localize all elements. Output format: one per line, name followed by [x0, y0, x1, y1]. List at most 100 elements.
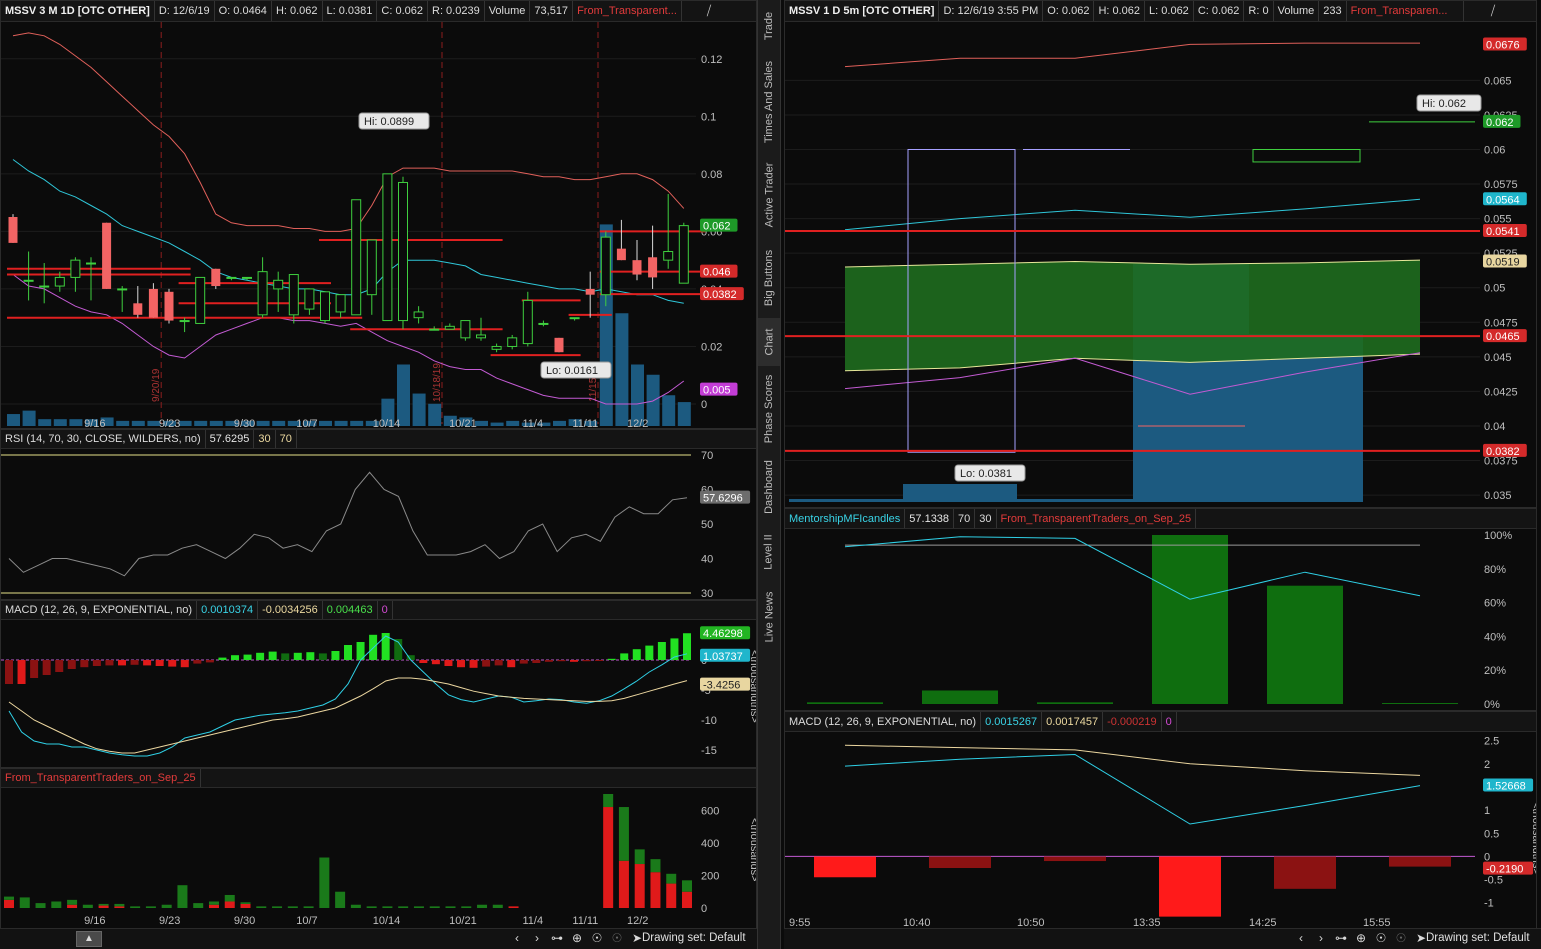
price-axis-label: 0.04: [1484, 421, 1505, 433]
tt-green-bar: [477, 904, 488, 908]
fit-icon[interactable]: ⊶: [1334, 931, 1348, 945]
tt-study-label[interactable]: From_TransparentTraders_on_Sep_25: [1, 769, 201, 787]
lower-band-badge: 0.005: [703, 385, 731, 397]
tt-study-header: From_TransparentTraders_on_Sep_25: [1, 769, 756, 788]
bollinger-lower-line: [12, 274, 685, 405]
volume-bar: [506, 420, 520, 426]
tab-live-news[interactable]: Live News: [758, 582, 780, 652]
scroll-left-icon[interactable]: ‹: [510, 931, 524, 945]
mfi-chart[interactable]: 100% 80% 60% 40% 20% 0%: [785, 529, 1537, 711]
left-drawing-tool-icon[interactable]: ⧸: [701, 3, 717, 19]
macd-left-chart[interactable]: 0-5-10-154.462981.03737-3.4256<thousandt…: [1, 620, 757, 768]
rsi-chart[interactable]: 706050403057.6296: [1, 449, 757, 600]
mfi-bar: [1152, 535, 1228, 704]
tab-level-ii[interactable]: Level II: [758, 526, 780, 578]
macd-histogram-bar: [632, 649, 641, 660]
left-chart-header: MSSV 3 M 1D [OTC OTHER] D: 12/6/19 O: 0.…: [1, 1, 756, 22]
tab-active-trader[interactable]: Active Trader: [758, 155, 780, 235]
tt-study-chart[interactable]: 600 400 200 0 9/16 9/23 9/30 10/7 10/14 10/21 11/4…: [1, 788, 757, 930]
macd-left-label[interactable]: MACD (12, 26, 9, EXPONENTIAL, no): [1, 601, 198, 619]
price-axis-label: 0.0575: [1484, 179, 1518, 191]
volume-bar: [490, 422, 504, 426]
macd-left-pane: MACD (12, 26, 9, EXPONENTIAL, no) 0.0010…: [0, 600, 757, 768]
tt-green-bar: [618, 807, 629, 861]
tt-green-bar: [256, 906, 267, 908]
bollinger-upper-line: [844, 42, 1420, 68]
tab-chart[interactable]: Chart: [758, 318, 780, 366]
price-axis-label: 0.035: [1484, 490, 1512, 502]
right-symbol-label[interactable]: MSSV 1 D 5m [OTC OTHER]: [785, 1, 940, 21]
macd-histogram-bar: [281, 653, 290, 660]
macd-histogram-bar: [444, 660, 453, 666]
tab-phase-scores[interactable]: Phase Scores: [758, 368, 780, 450]
zoom-in-icon[interactable]: ☉: [590, 931, 604, 945]
macd-right-chart[interactable]: 2.521.510.50-0.5-11.52668-0.2190<thousan…: [785, 732, 1537, 930]
right-drawing-set[interactable]: Drawing set: Default: [1426, 932, 1530, 944]
mfi-pane: MentorshipMFIcandles 57.1338 70 30 From_…: [784, 508, 1537, 711]
event-line-label: 9/20/19: [151, 368, 162, 402]
right-price-chart[interactable]: 0.0650.06250.060.05750.0550.05250.050.04…: [785, 22, 1537, 508]
left-drawing-set[interactable]: Drawing set: Default: [642, 932, 746, 944]
macd-avg-line: [8, 677, 688, 754]
left-study-label[interactable]: From_Transparent...: [573, 1, 683, 21]
left-price-chart[interactable]: 0.120.10.080.060.040.0209/20/1910/18/191…: [1, 22, 757, 429]
tt-green-bar: [350, 904, 361, 908]
scroll-right-icon[interactable]: ›: [1314, 931, 1328, 945]
right-study-label[interactable]: From_Transparen...: [1347, 1, 1464, 21]
macd-right-pane: MACD (12, 26, 9, EXPONENTIAL, no) 0.0015…: [784, 711, 1537, 930]
crosshair-icon[interactable]: ⊕: [1354, 931, 1368, 945]
left-symbol-label[interactable]: MSSV 3 M 1D [OTC OTHER]: [1, 1, 155, 21]
macd-histogram-bar: [1389, 856, 1451, 867]
x-axis-label: 10/14: [373, 418, 401, 429]
tt-green-bar: [650, 859, 661, 873]
tt-green-bar: [303, 906, 314, 908]
macd-avg-line: [844, 744, 1421, 776]
price-axis-label: 0.065: [1484, 75, 1512, 87]
zoom-out-icon[interactable]: ☉: [1394, 931, 1408, 945]
tt-red-bar: [603, 807, 614, 908]
macd-histogram-bar: [1159, 856, 1221, 917]
tt-green-bar: [224, 894, 235, 902]
volume-bar: [903, 484, 1017, 502]
scroll-right-icon[interactable]: ›: [530, 931, 544, 945]
scroll-left-icon[interactable]: ‹: [1294, 931, 1308, 945]
tab-dashboard[interactable]: Dashboard: [758, 452, 780, 522]
price-axis-label: 0.02: [701, 341, 722, 353]
candle-body: [398, 181, 408, 322]
candle-body: [616, 248, 626, 261]
candle-body: [476, 334, 486, 339]
last-price-badge: 0.062: [703, 221, 731, 233]
tab-trade[interactable]: Trade: [758, 2, 780, 50]
macd-value-line: [844, 753, 1421, 825]
left-footer: ▲ ‹ › ⊶ ⊕ ☉ ☉ ➤ Drawing set: Default: [0, 928, 757, 949]
macd-right-label[interactable]: MACD (12, 26, 9, EXPONENTIAL, no): [785, 712, 982, 731]
macd-histogram-bar: [620, 653, 629, 660]
tt-green-bar: [445, 906, 456, 908]
expand-button[interactable]: ▲: [76, 931, 102, 947]
candle-body: [632, 260, 642, 275]
candle-body: [444, 325, 455, 330]
price-axis-label: 0.08: [701, 169, 722, 181]
tt-green-bar: [145, 906, 156, 908]
right-drawing-tool-icon[interactable]: ⧸: [1485, 3, 1501, 19]
candle-body: [413, 311, 424, 319]
rsi-label[interactable]: RSI (14, 70, 30, CLOSE, WILDERS, no): [1, 430, 206, 448]
zoom-in-icon[interactable]: ☉: [1374, 931, 1388, 945]
tab-big-buttons[interactable]: Big Buttons: [758, 240, 780, 316]
crosshair-icon[interactable]: ⊕: [570, 931, 584, 945]
upper-band-badge: 0.0676: [1486, 39, 1520, 51]
macd-value-badge: 1.52668: [1486, 781, 1526, 793]
macd-histogram-bar: [243, 654, 252, 660]
left-footer-tools: ‹ › ⊶ ⊕ ☉ ☉ ➤: [510, 931, 644, 945]
candle-body: [585, 288, 595, 295]
volume-bar: [631, 364, 644, 426]
right-low: L: 0.062: [1145, 1, 1194, 21]
macd-left-zero: 0: [378, 601, 393, 619]
mfi-label[interactable]: MentorshipMFIcandles: [785, 509, 906, 528]
rsi-value: 57.6295: [206, 430, 255, 448]
macd-histogram-bar: [306, 652, 315, 660]
zoom-out-icon[interactable]: ☉: [610, 931, 624, 945]
fit-icon[interactable]: ⊶: [550, 931, 564, 945]
candle-body: [335, 294, 346, 313]
tab-times-and-sales[interactable]: Times And Sales: [758, 54, 780, 150]
